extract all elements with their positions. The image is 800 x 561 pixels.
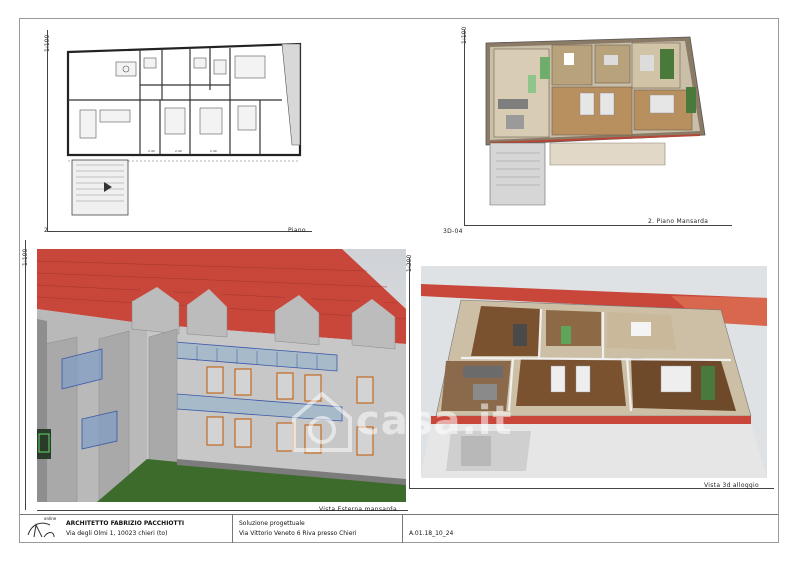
- external-view-caption: Vista Esterna mansarda: [319, 506, 397, 513]
- plan-3d-caption: 2. Piano Mansarda: [648, 218, 709, 225]
- floor-plan-2d: 2.40 2.40 2.40: [66, 42, 302, 216]
- plan-2d-number: 2.: [44, 227, 51, 234]
- title-block-architect-cell: online ARCHITETTO FABRIZIO PACCHIOTTI Vi…: [20, 515, 232, 543]
- architect-name: ARCHITETTO FABRIZIO PACCHIOTTI: [66, 520, 185, 527]
- view-3d-caption: Vista 3d alloggio: [704, 482, 759, 489]
- plan-2d-left-rule: [47, 30, 48, 232]
- plan-3d-left-rule: [464, 30, 465, 225]
- house-logo-icon: [292, 391, 352, 452]
- architect-address: Via degli Olmi 1, 10023 chieri (to): [66, 530, 168, 537]
- external-view-left-rule: [25, 240, 26, 510]
- svg-text:2.40: 2.40: [210, 149, 217, 153]
- logo-small-text: online: [44, 516, 57, 521]
- watermark-text: casa.it: [356, 398, 513, 444]
- project-address: Via Vittorio Veneto 6 Riva presso Chieri: [239, 530, 357, 537]
- watermark: casa.it: [290, 390, 520, 460]
- plan-3d-bottom-rule: [464, 225, 732, 226]
- plan-3d-number: 3D-04: [443, 228, 463, 235]
- title-block-code-cell: A.01.18_10_24: [402, 515, 778, 543]
- title-block-project-cell: Soluzione progettuale Via Vittorio Venet…: [232, 515, 402, 543]
- plan-2d-caption: Piano: [288, 227, 306, 234]
- title-block: online ARCHITETTO FABRIZIO PACCHIOTTI Vi…: [20, 514, 778, 543]
- drawing-code: A.01.18_10_24: [409, 530, 454, 537]
- plan-2d-bottom-rule: [47, 231, 312, 232]
- external-view-render: [37, 249, 406, 502]
- svg-text:2.40: 2.40: [175, 149, 182, 153]
- project-title: Soluzione progettuale: [239, 520, 305, 527]
- floor-plan-3d-top: [485, 36, 706, 206]
- svg-text:2.40: 2.40: [148, 149, 155, 153]
- drawing-sheet: 1:100 2. Piano 2.40 2.40 2.40 1:100 3D-0…: [0, 0, 800, 561]
